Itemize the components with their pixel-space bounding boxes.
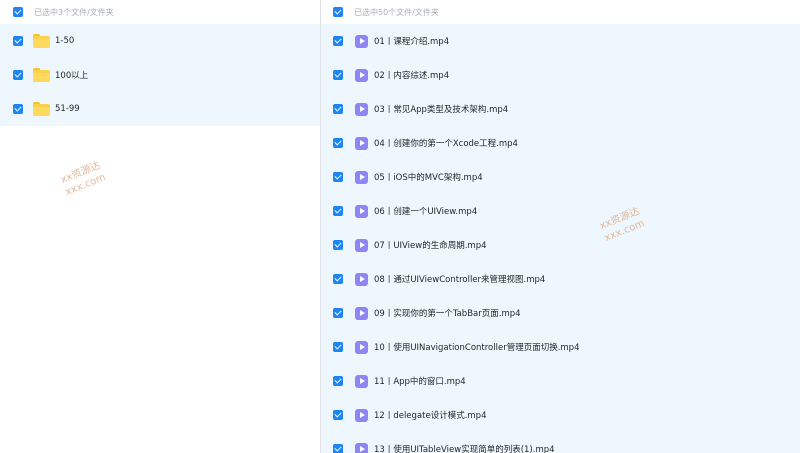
list-item[interactable]: 10丨使用UINavigationController管理页面切换.mp4 bbox=[321, 330, 800, 364]
video-file-icon bbox=[355, 238, 368, 252]
selected-files-panel: 已选中50个文件/文件夹 01丨课程介绍.mp4 02丨内容综述.mp4 03丨… bbox=[321, 0, 800, 453]
item-checkbox[interactable] bbox=[333, 342, 343, 352]
item-checkbox[interactable] bbox=[333, 138, 343, 148]
video-file-icon bbox=[355, 408, 368, 422]
list-item[interactable]: 11丨App中的窗口.mp4 bbox=[321, 364, 800, 398]
list-item[interactable]: 13丨使用UITableView实现简单的列表(1).mp4 bbox=[321, 432, 800, 453]
item-checkbox[interactable] bbox=[13, 36, 23, 46]
selected-folders-panel: 已选中3个文件/文件夹 1-50 100以上 51-99 xx资源达 xxx.c… bbox=[0, 0, 320, 453]
folder-list: 1-50 100以上 51-99 bbox=[0, 24, 320, 126]
list-item[interactable]: 09丨实现你的第一个TabBar页面.mp4 bbox=[321, 296, 800, 330]
item-checkbox[interactable] bbox=[13, 70, 23, 80]
video-file-icon bbox=[355, 68, 368, 82]
select-all-checkbox-right[interactable] bbox=[333, 7, 343, 17]
folder-name: 1-50 bbox=[55, 36, 75, 46]
folder-name: 100以上 bbox=[55, 71, 89, 81]
right-selection-count: 已选中50个文件/文件夹 bbox=[354, 7, 439, 17]
file-name: 05丨iOS中的MVC架构.mp4 bbox=[374, 173, 483, 183]
file-name: 06丨创建一个UIView.mp4 bbox=[374, 207, 478, 217]
select-all-checkbox-left[interactable] bbox=[13, 7, 23, 17]
item-checkbox[interactable] bbox=[333, 444, 343, 453]
video-file-icon bbox=[355, 272, 368, 286]
item-checkbox[interactable] bbox=[333, 104, 343, 114]
file-name: 02丨内容综述.mp4 bbox=[374, 71, 450, 81]
left-header: 已选中3个文件/文件夹 bbox=[0, 0, 320, 24]
video-file-icon bbox=[355, 442, 368, 453]
file-name: 13丨使用UITableView实现简单的列表(1).mp4 bbox=[374, 445, 555, 453]
file-name: 03丨常见App类型及技术架构.mp4 bbox=[374, 105, 509, 115]
video-file-icon bbox=[355, 306, 368, 320]
item-checkbox[interactable] bbox=[333, 172, 343, 182]
list-item[interactable]: 100以上 bbox=[0, 58, 320, 92]
item-checkbox[interactable] bbox=[333, 240, 343, 250]
file-list: 01丨课程介绍.mp4 02丨内容综述.mp4 03丨常见App类型及技术架构.… bbox=[321, 24, 800, 453]
video-file-icon bbox=[355, 102, 368, 116]
list-item[interactable]: 1-50 bbox=[0, 24, 320, 58]
list-item[interactable]: 07丨UIView的生命周期.mp4 bbox=[321, 228, 800, 262]
folder-name: 51-99 bbox=[55, 104, 80, 114]
item-checkbox[interactable] bbox=[333, 274, 343, 284]
list-item[interactable]: 06丨创建一个UIView.mp4 bbox=[321, 194, 800, 228]
list-item[interactable]: 04丨创建你的第一个Xcode工程.mp4 bbox=[321, 126, 800, 160]
item-checkbox[interactable] bbox=[333, 410, 343, 420]
list-item[interactable]: 05丨iOS中的MVC架构.mp4 bbox=[321, 160, 800, 194]
right-header: 已选中50个文件/文件夹 bbox=[321, 0, 800, 24]
list-item[interactable]: 02丨内容综述.mp4 bbox=[321, 58, 800, 92]
list-item[interactable]: 03丨常见App类型及技术架构.mp4 bbox=[321, 92, 800, 126]
item-checkbox[interactable] bbox=[13, 104, 23, 114]
list-item[interactable]: 01丨课程介绍.mp4 bbox=[321, 24, 800, 58]
video-file-icon bbox=[355, 204, 368, 218]
list-item[interactable]: 51-99 bbox=[0, 92, 320, 126]
item-checkbox[interactable] bbox=[333, 206, 343, 216]
folder-icon bbox=[33, 68, 50, 82]
folder-icon bbox=[33, 34, 50, 48]
item-checkbox[interactable] bbox=[333, 376, 343, 386]
file-name: 07丨UIView的生命周期.mp4 bbox=[374, 241, 487, 251]
file-name: 12丨delegate设计模式.mp4 bbox=[374, 411, 487, 421]
video-file-icon bbox=[355, 136, 368, 150]
item-checkbox[interactable] bbox=[333, 36, 343, 46]
video-file-icon bbox=[355, 340, 368, 354]
file-name: 04丨创建你的第一个Xcode工程.mp4 bbox=[374, 139, 518, 149]
list-item[interactable]: 08丨通过UIViewController来管理视图.mp4 bbox=[321, 262, 800, 296]
list-item[interactable]: 12丨delegate设计模式.mp4 bbox=[321, 398, 800, 432]
file-name: 10丨使用UINavigationController管理页面切换.mp4 bbox=[374, 343, 580, 353]
video-file-icon bbox=[355, 34, 368, 48]
item-checkbox[interactable] bbox=[333, 308, 343, 318]
video-file-icon bbox=[355, 374, 368, 388]
file-name: 09丨实现你的第一个TabBar页面.mp4 bbox=[374, 309, 521, 319]
file-name: 08丨通过UIViewController来管理视图.mp4 bbox=[374, 275, 546, 285]
file-name: 01丨课程介绍.mp4 bbox=[374, 37, 450, 47]
watermark: xx资源达 xxx.com bbox=[59, 160, 108, 199]
left-selection-count: 已选中3个文件/文件夹 bbox=[34, 7, 114, 17]
folder-icon bbox=[33, 102, 50, 116]
item-checkbox[interactable] bbox=[333, 70, 343, 80]
file-name: 11丨App中的窗口.mp4 bbox=[374, 377, 466, 387]
video-file-icon bbox=[355, 170, 368, 184]
